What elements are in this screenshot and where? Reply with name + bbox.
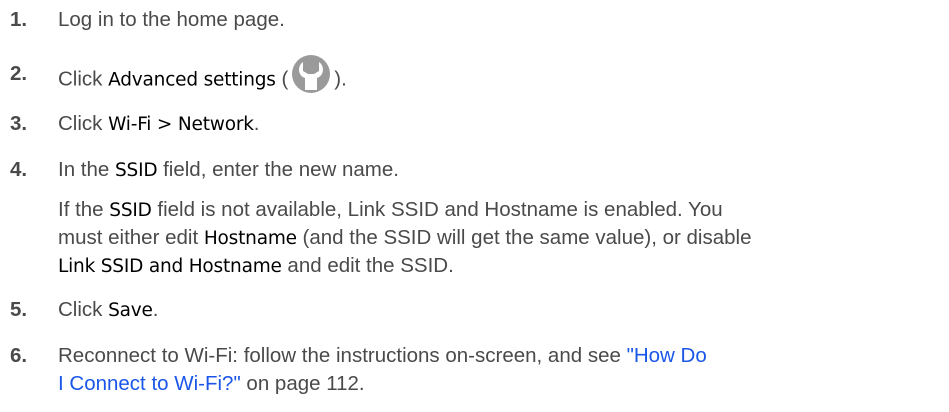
ui-label-hostname: Hostname xyxy=(203,228,297,249)
step-number: 6. xyxy=(10,344,28,367)
text-run: ). xyxy=(334,67,347,91)
ui-label-advanced-settings: Advanced settings xyxy=(108,69,276,91)
text-run: If the xyxy=(58,198,110,221)
ui-label-wifi-network: Wi-Fi > Network xyxy=(108,114,254,135)
step-text: Reconnect to Wi-Fi: follow the instructi… xyxy=(58,342,707,370)
step-text: Click Save. xyxy=(58,296,158,325)
note-line: Link SSID and Hostname and edit the SSID… xyxy=(58,252,938,280)
text-run: must either edit xyxy=(58,226,204,249)
step-text: Click Advanced settings ( ). xyxy=(58,55,347,100)
note-line: If the SSID field is not available, Link… xyxy=(58,196,938,224)
text-run: (and the SSID will get the same value), … xyxy=(296,226,752,249)
ui-label-ssid: SSID xyxy=(109,200,152,221)
text-run: In the xyxy=(58,158,115,181)
step-text: Log in to the home page. xyxy=(58,8,285,31)
step-text: In the SSID field, enter the new name. xyxy=(58,156,399,185)
text-run: . xyxy=(253,112,260,135)
step-number: 5. xyxy=(10,298,28,321)
text-run: Click xyxy=(58,67,109,91)
link-how-do-i-connect-line1[interactable]: "How Do xyxy=(627,344,707,367)
ui-label-ssid: SSID xyxy=(115,160,158,181)
wrench-settings-icon xyxy=(289,54,333,94)
step-number: 2. xyxy=(10,62,28,85)
ui-label-save: Save xyxy=(108,300,153,321)
text-run: ( xyxy=(275,67,289,91)
step-number: 3. xyxy=(10,112,28,135)
text-run: Click xyxy=(58,298,109,321)
text-run: and edit the SSID. xyxy=(281,254,454,277)
text-run: on page 112. xyxy=(240,372,365,395)
text-run: field is not available, Link SSID and Ho… xyxy=(151,198,723,221)
step-text: Click Wi-Fi > Network. xyxy=(58,110,259,139)
step-number: 1. xyxy=(10,8,28,31)
text-run: . xyxy=(152,298,159,321)
step-number: 4. xyxy=(10,158,28,181)
text-run: field, enter the new name. xyxy=(157,158,399,181)
step-4-note: If the SSID field is not available, Link… xyxy=(58,196,938,280)
step-text-continued: I Connect to Wi-Fi?" on page 112. xyxy=(58,370,365,398)
instruction-steps: 1. Log in to the home page. 2. Click Adv… xyxy=(0,0,949,412)
link-how-do-i-connect-line2[interactable]: I Connect to Wi-Fi?" xyxy=(58,372,241,395)
note-line: must either edit Hostname (and the SSID … xyxy=(58,224,938,252)
text-run: Click xyxy=(58,112,109,135)
ui-label-link-ssid-hostname: Link SSID and Hostname xyxy=(58,256,282,277)
text-run: Reconnect to Wi-Fi: follow the instructi… xyxy=(58,344,627,367)
